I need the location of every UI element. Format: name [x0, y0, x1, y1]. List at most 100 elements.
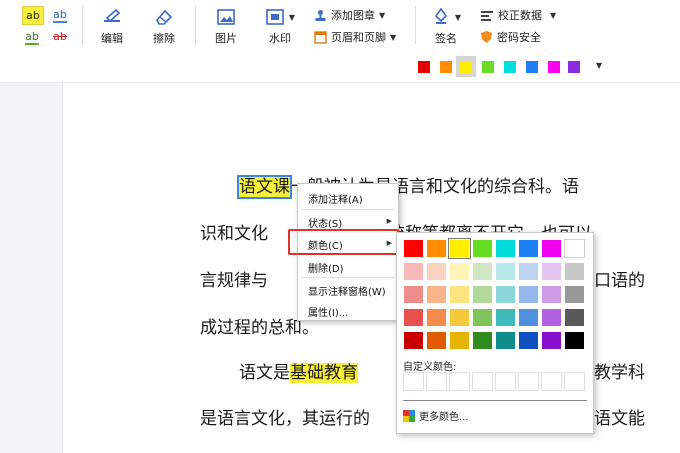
- menu-item-delete[interactable]: 删除(D): [308, 260, 344, 275]
- custom-color-slot[interactable]: [472, 372, 493, 391]
- highlighted-word[interactable]: 基础教育: [290, 363, 358, 383]
- watermark-button[interactable]: ▼ 水印: [262, 8, 298, 46]
- color-swatch[interactable]: [460, 61, 472, 73]
- header-footer-button[interactable]: 页眉和页脚 ▼: [314, 29, 396, 45]
- proofread-button[interactable]: 校正数据 ▼: [480, 7, 556, 23]
- color-menu-swatch[interactable]: [541, 239, 562, 258]
- color-menu-swatch[interactable]: [541, 262, 562, 281]
- color-menu-swatch[interactable]: [541, 308, 562, 327]
- shield-icon: [481, 31, 492, 43]
- color-menu-swatch[interactable]: [403, 331, 424, 350]
- color-menu-swatch[interactable]: [564, 331, 585, 350]
- text-span: 言规律与: [200, 271, 268, 291]
- color-menu-swatch[interactable]: [426, 239, 447, 258]
- text-line-6b: 语文能: [594, 404, 645, 429]
- color-swatch[interactable]: [504, 61, 516, 73]
- color-swatch[interactable]: [548, 61, 560, 73]
- color-menu-swatch[interactable]: [403, 285, 424, 304]
- password-security-label: 密码安全: [497, 31, 541, 44]
- chevron-down-icon[interactable]: ▼: [596, 61, 602, 70]
- color-menu-swatch[interactable]: [564, 262, 585, 281]
- custom-color-slot[interactable]: [541, 372, 562, 391]
- color-swatch[interactable]: [568, 61, 580, 73]
- color-menu-swatch[interactable]: [449, 262, 470, 281]
- menu-item-status[interactable]: 状态(S): [308, 215, 342, 230]
- color-menu-swatch[interactable]: [541, 285, 562, 304]
- ribbon-toolbar: ab ab ab ab 编辑 擦除 图片 ▼ 水印 添加图章 ▼ 页眉和页脚 ▼: [0, 0, 680, 52]
- chevron-right-icon: ▶: [386, 217, 392, 225]
- menu-item-add-comment[interactable]: 添加注释(A): [308, 191, 363, 206]
- more-colors-button[interactable]: 更多颜色...: [403, 408, 469, 423]
- color-menu-swatch[interactable]: [564, 308, 585, 327]
- color-menu-swatch[interactable]: [564, 239, 585, 258]
- custom-color-slot[interactable]: [449, 372, 470, 391]
- custom-color-slot[interactable]: [564, 372, 585, 391]
- color-swatch[interactable]: [526, 61, 538, 73]
- color-menu-swatch[interactable]: [426, 331, 447, 350]
- add-stamp-button[interactable]: 添加图章 ▼: [314, 7, 385, 23]
- color-menu-swatch[interactable]: [495, 239, 516, 258]
- password-security-button[interactable]: 密码安全: [480, 29, 541, 45]
- color-menu-swatch[interactable]: [403, 239, 424, 258]
- text-span: 成过程的总和。: [200, 318, 319, 338]
- underline-button[interactable]: ab: [22, 28, 42, 45]
- chevron-down-icon: ▼: [454, 12, 462, 22]
- custom-color-slot[interactable]: [518, 372, 539, 391]
- color-swatch[interactable]: [418, 61, 430, 73]
- color-swatch[interactable]: [440, 61, 452, 73]
- strikethrough-button[interactable]: ab: [50, 28, 70, 45]
- color-menu-swatch[interactable]: [518, 285, 539, 304]
- highlight-button[interactable]: ab: [22, 6, 44, 25]
- color-menu-swatch[interactable]: [472, 262, 493, 281]
- color-menu-swatch[interactable]: [426, 285, 447, 304]
- text-span: 语文是: [239, 363, 290, 383]
- toolbar-divider: [415, 6, 416, 44]
- selected-highlighted-word[interactable]: 语文课: [237, 175, 292, 199]
- color-menu-swatch[interactable]: [518, 262, 539, 281]
- color-menu-swatch[interactable]: [518, 331, 539, 350]
- custom-color-slot[interactable]: [495, 372, 516, 391]
- text-span: 教学科: [594, 363, 645, 383]
- highlight-label: ab: [26, 9, 40, 22]
- underline-label: ab: [25, 30, 39, 45]
- color-menu-swatch[interactable]: [564, 285, 585, 304]
- color-menu-swatch[interactable]: [472, 331, 493, 350]
- menu-divider: [302, 277, 394, 278]
- color-menu-swatch[interactable]: [518, 239, 539, 258]
- color-menu-swatch[interactable]: [426, 262, 447, 281]
- color-menu-swatch[interactable]: [495, 308, 516, 327]
- color-menu-swatch[interactable]: [472, 285, 493, 304]
- color-menu-swatch[interactable]: [495, 285, 516, 304]
- color-menu-swatch[interactable]: [449, 285, 470, 304]
- custom-color-slot[interactable]: [426, 372, 447, 391]
- color-menu-swatch[interactable]: [518, 308, 539, 327]
- menu-item-properties[interactable]: 属性(I)...: [308, 304, 348, 319]
- color-menu-swatch[interactable]: [403, 308, 424, 327]
- color-menu-swatch[interactable]: [495, 262, 516, 281]
- strikethrough-label: ab: [53, 30, 67, 43]
- menu-item-show-comment-pane[interactable]: 显示注释窗格(W): [308, 283, 386, 298]
- color-menu-swatch[interactable]: [449, 308, 470, 327]
- color-menu-swatch[interactable]: [426, 308, 447, 327]
- more-colors-label: 更多颜色...: [419, 412, 469, 423]
- color-menu-swatch[interactable]: [449, 239, 470, 258]
- color-menu-swatch[interactable]: [472, 308, 493, 327]
- erase-button[interactable]: 擦除: [148, 8, 180, 46]
- color-menu-swatch[interactable]: [495, 331, 516, 350]
- toolbar-divider: [195, 6, 196, 44]
- header-footer-label: 页眉和页脚: [331, 31, 386, 44]
- color-menu-swatch[interactable]: [472, 239, 493, 258]
- edit-button[interactable]: 编辑: [96, 8, 128, 46]
- text-line-3b: 口语的: [594, 266, 645, 291]
- color-swatch[interactable]: [482, 61, 494, 73]
- sign-button[interactable]: ▼ 签名: [428, 8, 464, 46]
- custom-colors-label: 自定义颜色:: [403, 362, 457, 373]
- text-color-button[interactable]: ab: [50, 6, 70, 23]
- custom-color-slot[interactable]: [403, 372, 424, 391]
- color-menu-swatch[interactable]: [449, 331, 470, 350]
- image-button[interactable]: 图片: [210, 8, 242, 46]
- watermark-icon: [266, 9, 284, 25]
- color-menu-swatch[interactable]: [403, 262, 424, 281]
- color-menu-swatch[interactable]: [541, 331, 562, 350]
- text-span: 口语的: [594, 271, 645, 291]
